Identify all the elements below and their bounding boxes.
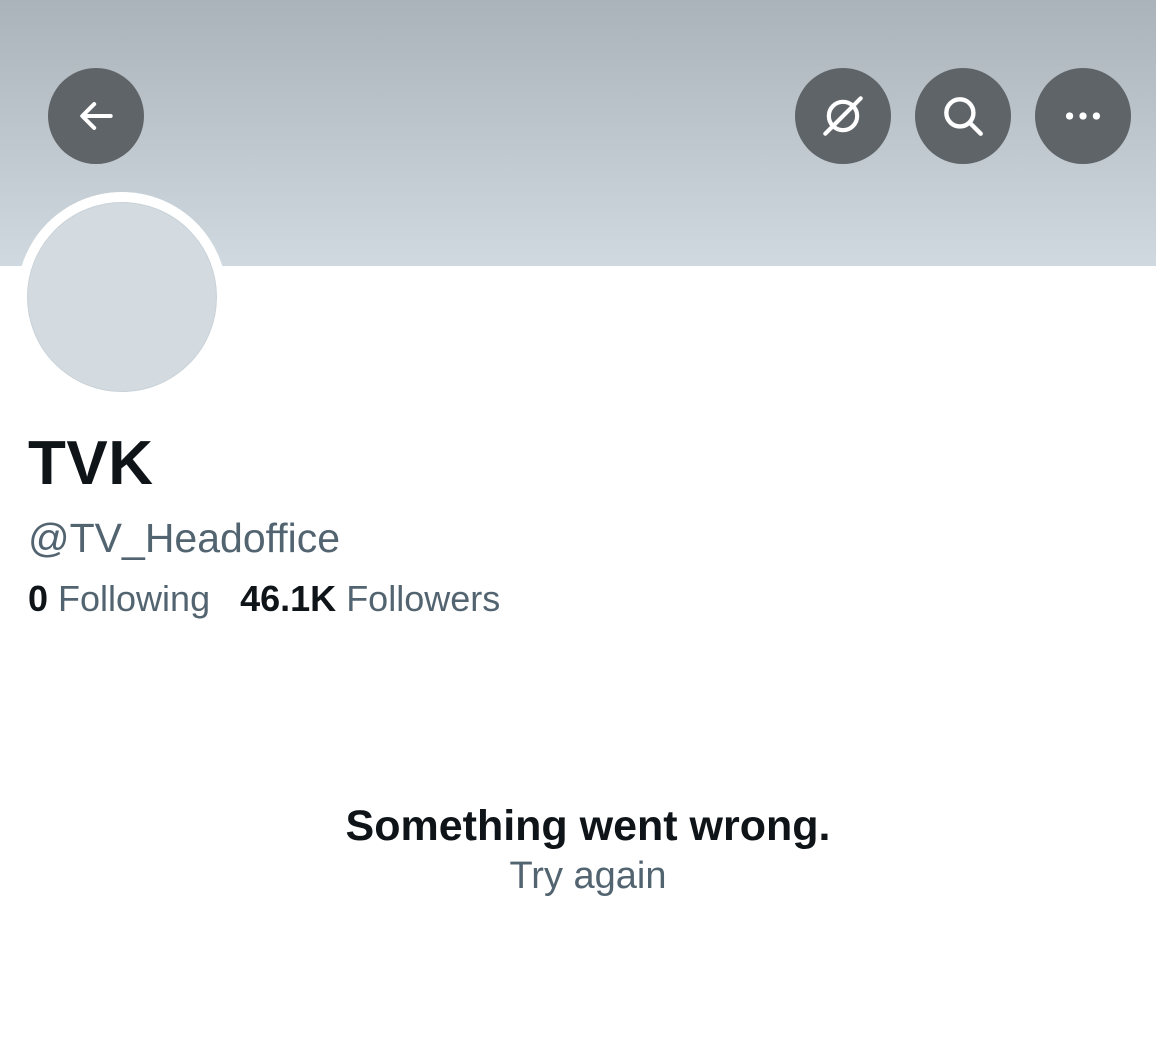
try-again-button[interactable]: Try again	[510, 852, 667, 900]
error-state: Something went wrong. Try again	[0, 800, 1156, 900]
followers-label: Followers	[346, 578, 501, 619]
grok-button[interactable]	[795, 68, 891, 164]
display-name: TVK	[28, 429, 154, 498]
back-button[interactable]	[48, 68, 144, 164]
arrow-left-icon	[74, 94, 118, 138]
followers-count: 46.1K	[240, 578, 337, 619]
error-message: Something went wrong.	[345, 802, 831, 850]
followers-link[interactable]: 46.1K Followers	[240, 576, 500, 622]
following-count: 0	[28, 578, 49, 619]
follow-stats: 0 Following 46.1K Followers	[28, 576, 500, 622]
search-button[interactable]	[915, 68, 1011, 164]
following-label: Following	[58, 578, 211, 619]
following-link[interactable]: 0 Following	[28, 576, 210, 622]
user-handle: @TV_Headoffice	[28, 515, 341, 561]
profile-page: TVK @TV_Headoffice 0 Following 46.1K Fol…	[0, 0, 1156, 1038]
more-button[interactable]	[1035, 68, 1131, 164]
grok-slash-circle-icon	[818, 91, 868, 141]
search-icon	[938, 91, 988, 141]
avatar[interactable]	[27, 202, 217, 392]
more-horizontal-icon	[1060, 93, 1106, 139]
